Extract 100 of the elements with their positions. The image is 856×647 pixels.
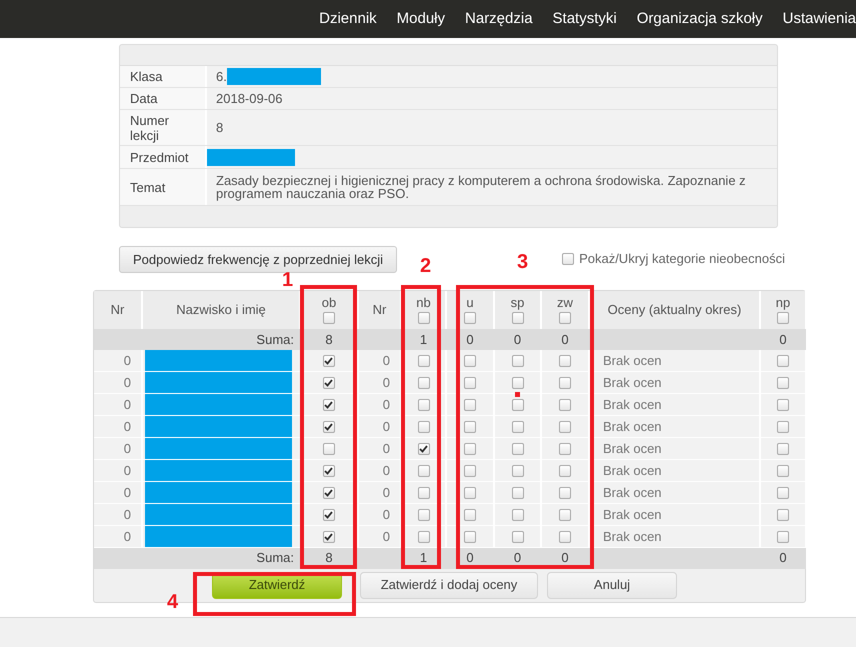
checkbox[interactable] <box>322 421 334 434</box>
grades-text: Brak ocen <box>603 528 662 544</box>
checkbox[interactable] <box>418 399 430 412</box>
checkbox[interactable] <box>512 355 524 368</box>
checkbox[interactable] <box>418 465 430 478</box>
annotation-number: 4 <box>167 592 178 612</box>
checkbox[interactable] <box>418 487 430 500</box>
checkbox[interactable] <box>322 443 334 456</box>
form-button[interactable]: Anuluj <box>547 572 677 598</box>
checkbox[interactable] <box>322 399 334 412</box>
column-header: ob <box>320 296 338 310</box>
checkbox[interactable] <box>322 487 334 500</box>
row-number: 0 <box>124 352 131 368</box>
checkbox[interactable] <box>464 312 476 324</box>
sum-value: 0 <box>466 332 474 346</box>
checkbox[interactable] <box>418 509 430 522</box>
field-value: 8 <box>216 121 224 134</box>
checkbox[interactable] <box>322 531 334 544</box>
annotation-number: 3 <box>517 252 528 272</box>
sum-value: 0 <box>779 550 787 566</box>
checkbox[interactable] <box>464 509 476 522</box>
checkbox[interactable] <box>562 252 574 265</box>
checkbox[interactable] <box>512 421 524 434</box>
checkbox[interactable] <box>559 399 571 412</box>
checkbox[interactable] <box>777 312 789 324</box>
nav-link[interactable]: Dziennik <box>319 8 377 30</box>
checkbox[interactable] <box>512 399 524 412</box>
field-label: Data <box>120 88 207 109</box>
checkbox[interactable] <box>322 377 334 390</box>
checkbox[interactable] <box>777 399 789 412</box>
form-button[interactable]: Zatwierdź i dodaj oceny <box>360 572 538 598</box>
checkbox[interactable] <box>323 312 335 324</box>
field-label: Temat <box>120 169 207 205</box>
checkbox[interactable] <box>777 355 789 368</box>
checkbox[interactable] <box>464 377 476 390</box>
checkbox[interactable] <box>777 465 789 478</box>
checkbox[interactable] <box>418 312 430 324</box>
checkbox[interactable] <box>512 312 524 324</box>
checkbox[interactable] <box>418 443 430 456</box>
checkbox[interactable] <box>559 312 571 324</box>
sum-value: 0 <box>466 550 474 566</box>
checkbox[interactable] <box>777 443 789 456</box>
sum-value: 1 <box>420 550 428 566</box>
checkbox[interactable] <box>559 443 571 456</box>
nav-link[interactable]: Moduły <box>396 8 446 30</box>
checkbox[interactable] <box>512 509 524 522</box>
field-label: Klasa <box>120 66 207 87</box>
checkbox[interactable] <box>777 377 789 390</box>
checkbox[interactable] <box>512 487 524 500</box>
checkbox[interactable] <box>512 531 524 544</box>
checkbox[interactable] <box>559 377 571 390</box>
row-number: 0 <box>382 484 390 500</box>
grades-text: Brak ocen <box>603 396 662 412</box>
checkbox[interactable] <box>559 421 571 434</box>
checkbox[interactable] <box>777 487 789 500</box>
checkbox[interactable] <box>777 421 789 434</box>
checkbox[interactable] <box>464 465 476 478</box>
checkbox[interactable] <box>322 509 334 522</box>
row-number: 0 <box>382 418 390 434</box>
checkbox[interactable] <box>777 531 789 544</box>
suggest-attendance-button[interactable]: Podpowiedz frekwencję z poprzedniej lekcji <box>119 246 398 273</box>
checkbox[interactable] <box>418 531 430 544</box>
checkbox[interactable] <box>464 355 476 368</box>
checkbox[interactable] <box>559 465 571 478</box>
checkbox[interactable] <box>559 509 571 522</box>
nav-link[interactable]: Ustawienia <box>782 8 856 30</box>
checkbox[interactable] <box>559 531 571 544</box>
checkbox[interactable] <box>512 377 524 390</box>
checkbox[interactable] <box>777 509 789 522</box>
grades-text: Brak ocen <box>603 352 662 368</box>
field-value: Zasady bezpiecznej i higienicznej pracy z komputerem a ochrona środowiska. Zapoznanie z programem nauczania oraz PSO. <box>216 174 747 200</box>
checkbox[interactable] <box>559 487 571 500</box>
checkbox[interactable] <box>464 531 476 544</box>
checkbox[interactable] <box>322 355 334 368</box>
grades-text: Brak ocen <box>603 440 662 456</box>
checkbox[interactable] <box>464 421 476 434</box>
nav-link[interactable]: Organizacja szkoły <box>636 8 763 30</box>
toggle-categories-label: Pokaż/Ukryj kategorie nieobecności <box>579 250 785 268</box>
column-header: Nr <box>372 303 388 317</box>
checkbox[interactable] <box>464 443 476 456</box>
checkbox[interactable] <box>512 465 524 478</box>
nav-link[interactable]: Statystyki <box>552 8 617 30</box>
row-number: 0 <box>382 462 390 478</box>
grades-text: Brak ocen <box>603 462 662 478</box>
row-number: 0 <box>382 440 390 456</box>
row-number: 0 <box>382 396 390 412</box>
checkbox[interactable] <box>559 355 571 368</box>
grades-text: Brak ocen <box>603 506 662 522</box>
checkbox[interactable] <box>418 421 430 434</box>
row-number: 0 <box>382 374 390 390</box>
checkbox[interactable] <box>464 487 476 500</box>
checkbox[interactable] <box>512 443 524 456</box>
sum-value: 0 <box>514 550 522 566</box>
column-header: sp <box>510 296 526 310</box>
grades-text: Brak ocen <box>603 484 662 500</box>
checkbox[interactable] <box>418 355 430 368</box>
checkbox[interactable] <box>464 399 476 412</box>
nav-link[interactable]: Narzędzia <box>465 8 533 30</box>
checkbox[interactable] <box>418 377 430 390</box>
checkbox[interactable] <box>322 465 334 478</box>
